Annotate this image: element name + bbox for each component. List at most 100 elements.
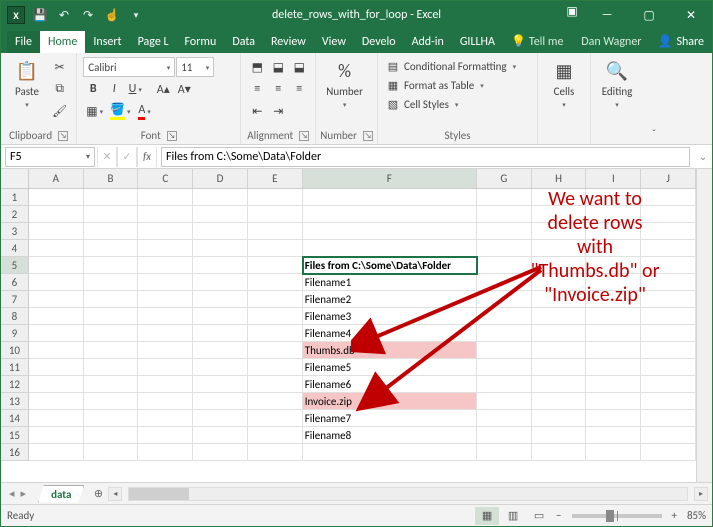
col-header-E[interactable]: E (248, 169, 303, 188)
cell-G1[interactable] (477, 189, 532, 206)
cell-D13[interactable] (193, 393, 248, 410)
qat-undo-icon[interactable]: ↶ (55, 6, 73, 24)
cell-A10[interactable] (29, 342, 84, 359)
cell-G14[interactable] (477, 410, 532, 427)
cell-J11[interactable] (641, 359, 696, 376)
cell-H16[interactable] (532, 444, 587, 461)
col-header-C[interactable]: C (138, 169, 193, 188)
fill-color-button[interactable]: 🪣 (107, 101, 133, 121)
ribbon-display-options-icon[interactable]: ▣ (562, 1, 582, 21)
hscroll-right-arrow[interactable]: ▸ (694, 487, 708, 501)
cell-A8[interactable] (29, 308, 84, 325)
cell-B7[interactable] (84, 291, 139, 308)
conditional-formatting-button[interactable]: ▤ Conditional Formatting (384, 57, 518, 75)
cell-C4[interactable] (138, 240, 193, 257)
cell-A1[interactable] (29, 189, 84, 206)
cell-I9[interactable] (586, 325, 641, 342)
cell-D10[interactable] (193, 342, 248, 359)
cell-C5[interactable] (138, 257, 193, 274)
font-name-combo[interactable]: Calibri (83, 57, 175, 77)
cell-E1[interactable] (248, 189, 303, 206)
close-button[interactable]: ✕ (670, 1, 712, 29)
cell-J13[interactable] (641, 393, 696, 410)
copy-button[interactable]: ⧉ (49, 79, 70, 99)
cell-D6[interactable] (193, 274, 248, 291)
cell-J1[interactable] (641, 189, 696, 206)
cell-G10[interactable] (477, 342, 532, 359)
cell-B14[interactable] (84, 410, 139, 427)
col-header-F[interactable]: F (303, 169, 477, 188)
row-header-6[interactable]: 6 (1, 274, 29, 291)
row-header-10[interactable]: 10 (1, 342, 29, 359)
cell-H12[interactable] (532, 376, 587, 393)
cell-F13[interactable]: Invoice.zip (303, 393, 477, 410)
cell-C12[interactable] (138, 376, 193, 393)
tab-page-layout[interactable]: Page L (130, 31, 177, 53)
cell-F12[interactable]: Filename6 (303, 376, 477, 393)
cell-J8[interactable] (641, 308, 696, 325)
cell-A11[interactable] (29, 359, 84, 376)
cell-E16[interactable] (248, 444, 303, 461)
cell-E7[interactable] (248, 291, 303, 308)
formula-input[interactable]: Files from C:\Some\Data\Folder (161, 147, 690, 167)
cell-E3[interactable] (248, 223, 303, 240)
restore-button[interactable]: ▢ (628, 1, 670, 29)
cell-D3[interactable] (193, 223, 248, 240)
cell-G11[interactable] (477, 359, 532, 376)
cell-F7[interactable]: Filename2 (303, 291, 477, 308)
row-header-11[interactable]: 11 (1, 359, 29, 376)
number-launcher[interactable]: ↘ (363, 131, 373, 141)
borders-button[interactable]: ▦ (83, 101, 106, 121)
align-left-button[interactable]: ≡ (247, 79, 267, 99)
tab-developer[interactable]: Develo (354, 31, 404, 53)
cell-E11[interactable] (248, 359, 303, 376)
cell-J3[interactable] (641, 223, 696, 240)
cell-F4[interactable] (303, 240, 477, 257)
cell-J4[interactable] (641, 240, 696, 257)
underline-button[interactable]: U (125, 79, 145, 99)
signed-in-user[interactable]: Dan Wagner (573, 31, 649, 53)
cell-J7[interactable] (641, 291, 696, 308)
tab-home[interactable]: Home (40, 31, 85, 53)
cell-E5[interactable] (248, 257, 303, 274)
col-header-D[interactable]: D (193, 169, 248, 188)
cell-H5[interactable] (532, 257, 587, 274)
cell-A16[interactable] (29, 444, 84, 461)
align-center-button[interactable]: ≡ (268, 79, 288, 99)
align-bottom-button[interactable]: ⬓ (289, 57, 309, 77)
cell-D9[interactable] (193, 325, 248, 342)
row-header-7[interactable]: 7 (1, 291, 29, 308)
cell-F2[interactable] (303, 206, 477, 223)
cell-J5[interactable] (641, 257, 696, 274)
decrease-font-button[interactable]: A▾ (174, 79, 194, 99)
cell-H6[interactable] (532, 274, 587, 291)
cell-B12[interactable] (84, 376, 139, 393)
cell-F5[interactable]: Files from C:\Some\Data\Folder (303, 257, 477, 274)
cell-J9[interactable] (641, 325, 696, 342)
name-box[interactable]: F5 ▾ (5, 147, 95, 167)
cell-I14[interactable] (586, 410, 641, 427)
hscroll-track[interactable] (128, 487, 688, 501)
vertical-scrollbar[interactable] (696, 169, 712, 482)
tab-custom[interactable]: GILLHA (452, 31, 503, 53)
clipboard-launcher[interactable]: ↘ (58, 131, 68, 141)
zoom-in-button[interactable]: + (668, 509, 681, 522)
cell-B10[interactable] (84, 342, 139, 359)
cell-F10[interactable]: Thumbs.db (303, 342, 477, 359)
row-header-1[interactable]: 1 (1, 189, 29, 206)
cell-G12[interactable] (477, 376, 532, 393)
qat-save-icon[interactable]: 💾 (31, 6, 49, 24)
cell-B4[interactable] (84, 240, 139, 257)
font-launcher[interactable]: ↘ (167, 131, 177, 141)
cell-E10[interactable] (248, 342, 303, 359)
cell-A2[interactable] (29, 206, 84, 223)
new-sheet-button[interactable]: ⊕ (88, 487, 108, 500)
cell-D7[interactable] (193, 291, 248, 308)
cell-C8[interactable] (138, 308, 193, 325)
align-top-button[interactable]: ⬒ (247, 57, 267, 77)
cell-F8[interactable]: Filename3 (303, 308, 477, 325)
cell-E4[interactable] (248, 240, 303, 257)
cell-J12[interactable] (641, 376, 696, 393)
hscroll-left-arrow[interactable]: ◂ (108, 487, 122, 501)
cell-E9[interactable] (248, 325, 303, 342)
